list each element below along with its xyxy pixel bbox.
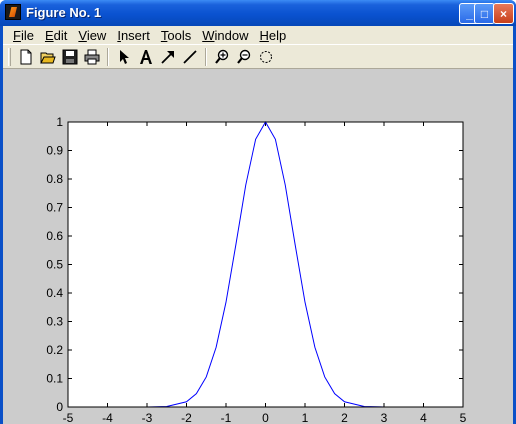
figure-toolbar [3, 44, 513, 69]
window-client-area: File Edit View Insert Tools Window Help [3, 26, 513, 424]
x-tick-label: 1 [302, 411, 309, 424]
print-button[interactable] [81, 46, 103, 68]
insert-text-icon [140, 49, 152, 64]
open-file-icon [40, 52, 56, 63]
figure-window: Figure No. 1 _ □ × File Edit View Insert… [0, 0, 516, 424]
save-button[interactable] [59, 46, 81, 68]
menu-view-mnemonic: V [78, 27, 87, 43]
window-title: Figure No. 1 [26, 5, 102, 20]
x-tick-label: -2 [181, 411, 192, 424]
menu-window[interactable]: Window [198, 28, 255, 43]
y-tick-label: 0.9 [46, 144, 63, 158]
print-icon [84, 49, 100, 64]
menu-insert-label: nsert [120, 27, 150, 43]
rotate-3d-icon [260, 50, 272, 63]
toolbar-separator [205, 47, 207, 66]
menu-edit-mnemonic: E [44, 27, 54, 43]
zoom-in-icon [215, 49, 229, 64]
select-arrow-button[interactable] [113, 46, 135, 68]
insert-line-button[interactable] [179, 46, 201, 68]
line-plot: -5 -4 -3 -2 -1 0 1 2 3 4 5 0 0.1 0.2 0.3 0.4 0.5 0.6 0.7 0.… [46, 115, 467, 424]
open-file-button[interactable] [37, 46, 59, 68]
new-figure-icon [20, 49, 32, 64]
toolbar-separator [107, 47, 109, 66]
menu-view-label: iew [86, 27, 107, 43]
axes-background [68, 122, 463, 407]
y-tick-label: 0.3 [46, 315, 63, 329]
x-tick-label: 4 [420, 411, 427, 424]
insert-text-button[interactable] [135, 46, 157, 68]
menu-file-mnemonic: F [13, 27, 21, 43]
menu-help-label: elp [268, 27, 287, 43]
select-arrow-icon [120, 49, 129, 64]
menu-window-label: indow [214, 27, 249, 43]
menu-file[interactable]: File [9, 28, 41, 43]
insert-arrow-button[interactable] [157, 46, 179, 68]
menu-file-label: ile [20, 27, 34, 43]
menu-edit-label: dit [53, 27, 68, 43]
figure-canvas: -5 -4 -3 -2 -1 0 1 2 3 4 5 0 0.1 0.2 0.3 0.4 0.5 0.6 0.7 0.… [3, 70, 513, 424]
save-icon [62, 49, 78, 64]
menu-tools-label: ools [167, 27, 192, 43]
menu-window-mnemonic: W [202, 27, 215, 43]
menu-bar: File Edit View Insert Tools Window Help [3, 26, 513, 44]
y-tick-label: 0.2 [46, 343, 63, 357]
maximize-button[interactable]: □ [474, 3, 495, 24]
zoom-in-button[interactable] [211, 46, 233, 68]
rotate-3d-button[interactable] [255, 46, 277, 68]
x-tick-label: -5 [63, 411, 74, 424]
new-figure-button[interactable] [15, 46, 37, 68]
zoom-out-button[interactable] [233, 46, 255, 68]
title-bar[interactable]: Figure No. 1 _ □ × [0, 0, 516, 26]
x-tick-label: 5 [460, 411, 467, 424]
menu-tools[interactable]: Tools [157, 28, 198, 43]
menu-edit[interactable]: Edit [41, 28, 74, 43]
menu-view[interactable]: View [74, 28, 113, 43]
y-tick-label: 0.8 [46, 172, 63, 186]
y-tick-label: 0.7 [46, 201, 63, 215]
x-tick-label: 3 [381, 411, 388, 424]
y-tick-label: 0.6 [46, 229, 63, 243]
x-tick-label: -1 [221, 411, 232, 424]
y-tick-label: 0.5 [46, 258, 63, 272]
toolbar-grip[interactable] [8, 47, 11, 66]
y-tick-label: 0.4 [46, 286, 63, 300]
close-button[interactable]: × [493, 3, 514, 24]
menu-help-mnemonic: H [259, 27, 269, 43]
x-tick-label: -3 [142, 411, 153, 424]
zoom-out-icon [237, 49, 251, 64]
x-tick-label: 0 [262, 411, 269, 424]
y-tick-label: 0 [56, 400, 63, 414]
menu-insert[interactable]: Insert [113, 28, 157, 43]
x-tick-label: -4 [102, 411, 113, 424]
y-tick-label: 0.1 [46, 372, 63, 386]
y-tick-label: 1 [56, 115, 63, 129]
matlab-app-icon[interactable] [5, 4, 21, 20]
insert-line-icon [183, 49, 197, 64]
menu-help[interactable]: Help [255, 28, 293, 43]
insert-arrow-icon [161, 50, 174, 64]
x-tick-label: 2 [341, 411, 348, 424]
